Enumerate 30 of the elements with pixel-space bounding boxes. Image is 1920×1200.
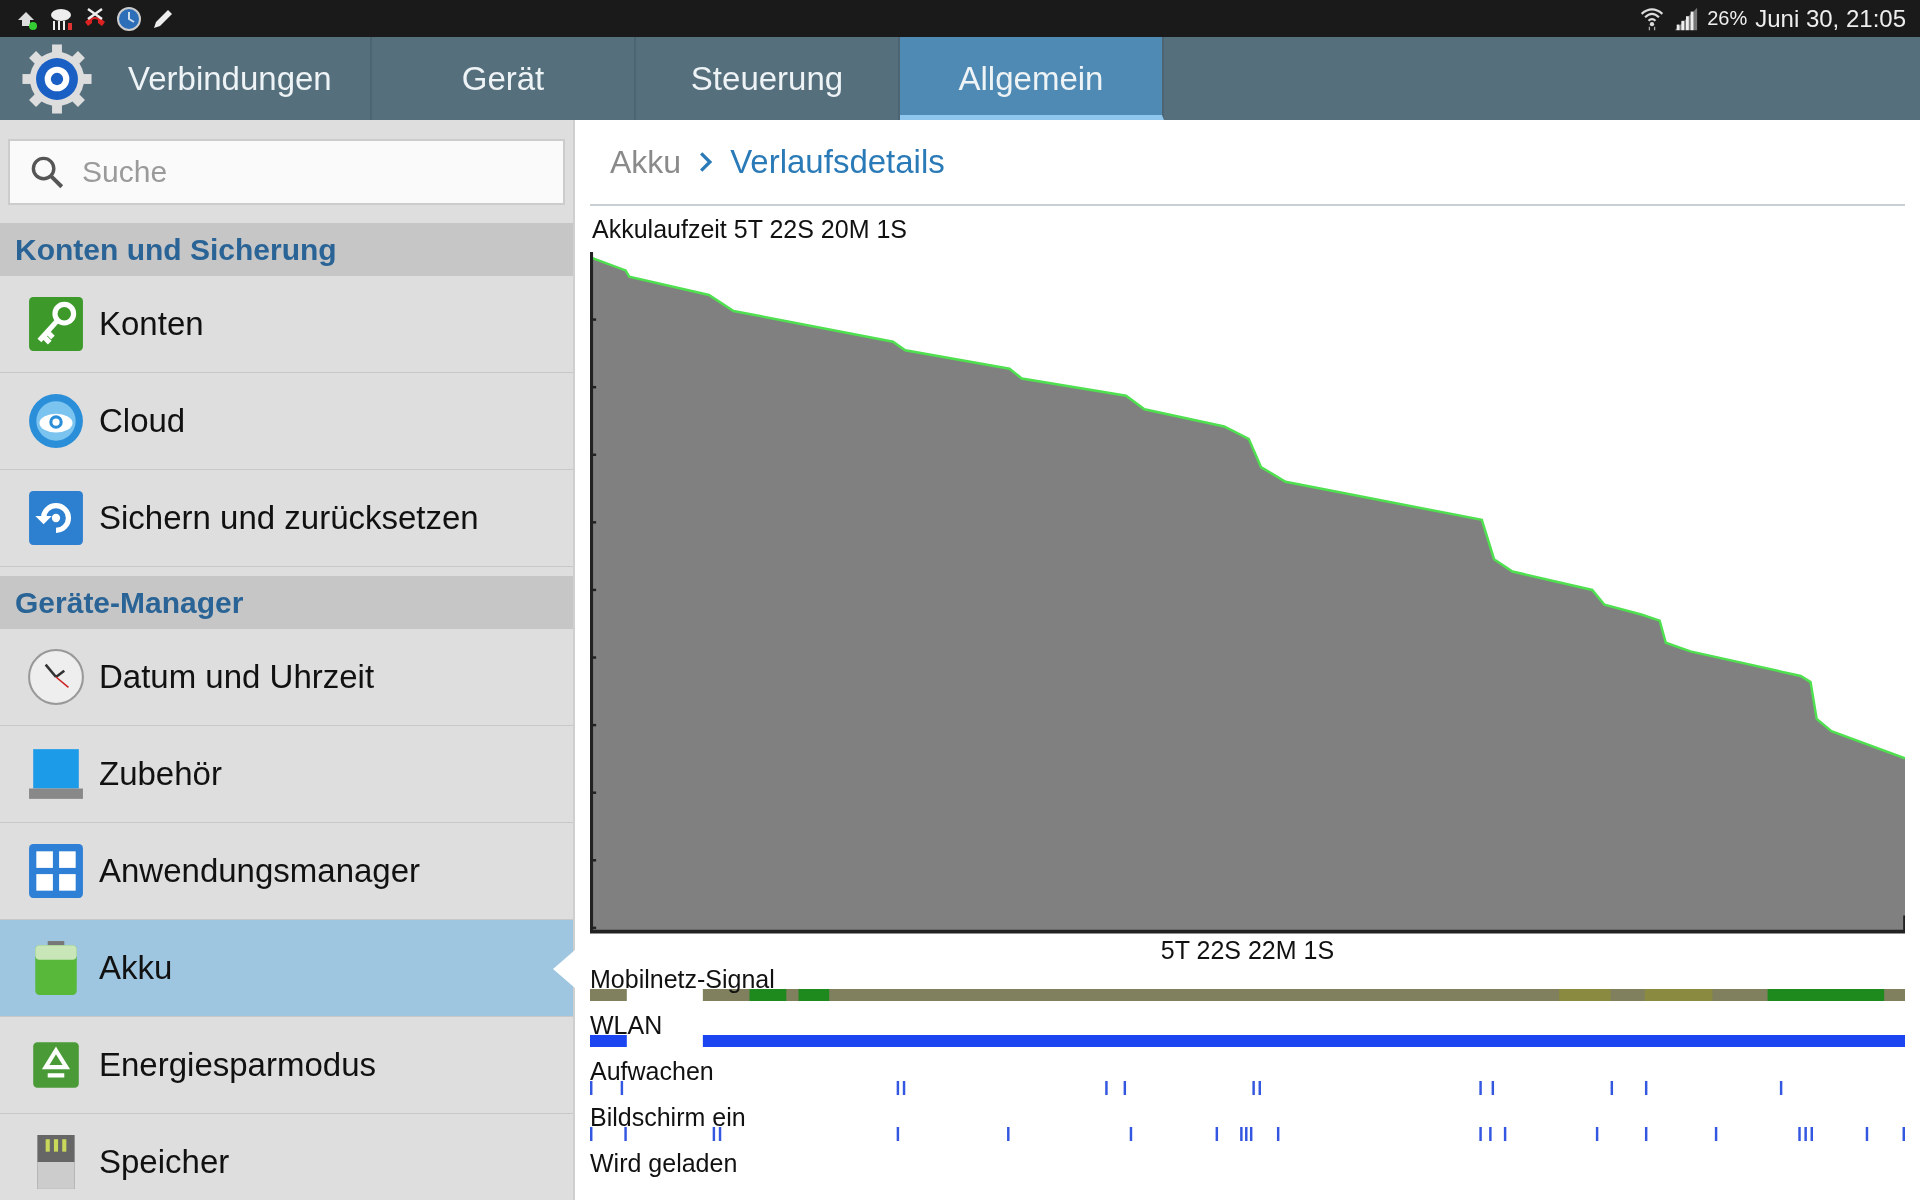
battery-percentage: 26% (1707, 7, 1748, 30)
timeline-label: Bildschirm ein (590, 1103, 747, 1132)
date-time: Juni 30, 21:05 (1755, 4, 1906, 33)
sidebar-item[interactable]: Datum und Uhrzeit (0, 629, 573, 726)
signal-icon (1673, 5, 1700, 32)
sidebar-item[interactable]: Speicher (0, 1114, 573, 1200)
timeline-label: Wird geladen (590, 1149, 739, 1178)
breadcrumb-title: Verlaufsdetails (730, 143, 945, 181)
sidebar-item[interactable]: Sichern und zurücksetzen (0, 470, 573, 567)
search-field[interactable]: Suche (8, 139, 565, 205)
grid-icon (27, 842, 85, 900)
clock-icon (27, 648, 85, 706)
timeline-label: Aufwachen (590, 1057, 715, 1086)
sidebar-item[interactable]: Cloud (0, 373, 573, 470)
restore-icon (27, 489, 85, 547)
clock-icon (116, 5, 142, 32)
sidebar-item[interactable]: Energiesparmodus (0, 1017, 573, 1114)
section-header: Geräte-Manager (0, 576, 573, 629)
settings-icon (20, 41, 94, 116)
timeline-label: Mobilnetz-Signal (590, 965, 776, 994)
sidebar-item[interactable]: Zubehör (0, 726, 573, 823)
timeline-label: WLAN (590, 1011, 664, 1040)
wifi-icon (1639, 5, 1666, 32)
chart-title: Akkulaufzeit 5T 22S 20M 1S (592, 215, 908, 244)
sidebar-item[interactable]: Konten (0, 276, 573, 373)
chevron-icon (699, 151, 713, 173)
sidebar-item[interactable]: Akku (0, 920, 573, 1017)
time-label: 5T 22S 22M 1S (1159, 936, 1336, 965)
key-icon (27, 295, 85, 353)
section-header: Konten und Sicherung (0, 223, 573, 276)
